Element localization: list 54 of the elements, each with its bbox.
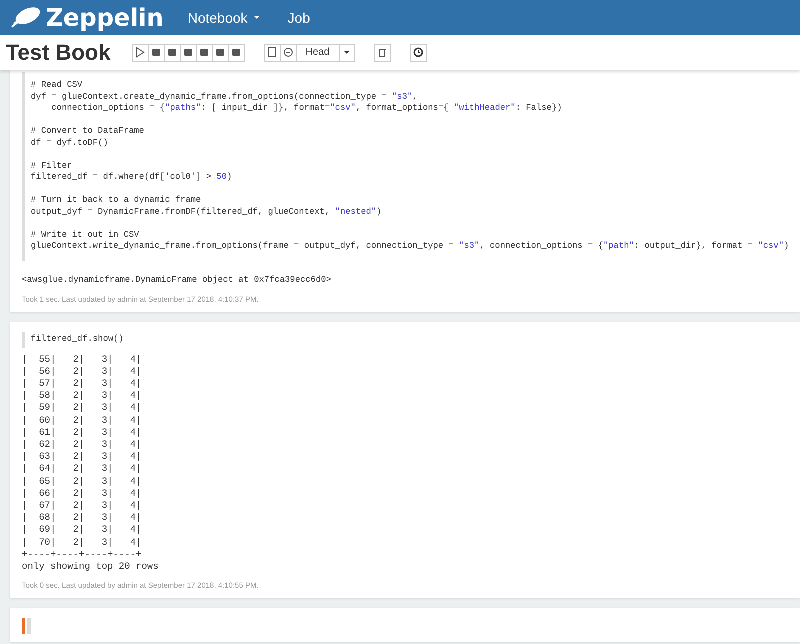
code-line: dyf = glueContext.create_dynamic_frame.from_options(connection_type = "s3", bbox=[31, 92, 419, 103]
expand-button[interactable] bbox=[148, 44, 165, 62]
code-file-button[interactable] bbox=[264, 44, 281, 62]
code-line: # Read CSV bbox=[31, 80, 84, 92]
output-line: | 61| 2| 3| 4| bbox=[22, 426, 143, 439]
code-line: filtered_df.show() bbox=[31, 334, 124, 346]
code-line: # Convert to DataFrame bbox=[31, 126, 146, 138]
output-line: | 56| 2| 3| 4| bbox=[22, 366, 143, 378]
output-line: | 55| 2| 3| 4| bbox=[22, 354, 143, 366]
version-dropdown-button[interactable] bbox=[338, 44, 355, 62]
code-line: filtered_df = df.where(df['col0'] > 50) bbox=[31, 172, 234, 184]
output-line: | 67| 2| 3| 4| bbox=[22, 500, 143, 512]
output-line: | 57| 2| 3| 4| bbox=[22, 378, 143, 390]
output-line: +----+----+----+----+ bbox=[22, 548, 143, 561]
code-line: output_dyf = DynamicFrame.fromDF(filtered_df, glueContext, "nested") bbox=[31, 206, 383, 218]
output-line: <awsglue.dynamicframe.DynamicFrame object at 0x7fca39ecc6d0> bbox=[22, 274, 332, 286]
notebook-title: Test Book bbox=[6, 40, 111, 66]
output-line: | 69| 2| 3| 4| bbox=[22, 524, 143, 536]
output-line: | 62| 2| 3| 4| bbox=[22, 439, 143, 452]
code-line: connection_options = {"paths": [ input_dir ]}, format="csv", format_options={ "withHeader": False}) bbox=[50, 103, 564, 114]
schedule-button[interactable] bbox=[410, 44, 427, 62]
output-line: | 65| 2| 3| 4| bbox=[22, 476, 143, 488]
code-line: glueContext.write_dynamic_frame.from_options(frame = output_dyf, connection_type = "s3", connection_options = {"path": output_dir}, format = "csv") bbox=[31, 241, 790, 252]
trash-icon bbox=[376, 47, 388, 58]
code-line: # Turn it back to a dynamic frame bbox=[31, 195, 202, 206]
code-line: # Filter bbox=[31, 160, 74, 172]
run-icon bbox=[134, 47, 146, 58]
file-icon bbox=[266, 47, 278, 58]
output-line: | 64| 2| 3| 4| bbox=[22, 463, 143, 476]
nav-link[interactable]: Notebook bbox=[188, 10, 260, 26]
output-line: | 70| 2| 3| 4| bbox=[22, 536, 143, 549]
output-line: | 68| 2| 3| 4| bbox=[22, 512, 143, 524]
output-line: | 58| 2| 3| 4| bbox=[22, 390, 143, 402]
minus-circle-button[interactable] bbox=[280, 44, 297, 62]
output-line: | 60| 2| 3| 4| bbox=[22, 414, 143, 427]
book-button[interactable] bbox=[164, 44, 181, 62]
minus-circle-icon bbox=[282, 47, 294, 58]
run-button[interactable] bbox=[132, 44, 149, 62]
output-line: | 59| 2| 3| 4| bbox=[22, 402, 143, 415]
copy-button[interactable] bbox=[196, 44, 213, 62]
output-line: | 63| 2| 3| 4| bbox=[22, 451, 143, 464]
delete-button[interactable] bbox=[374, 44, 391, 62]
download-button[interactable] bbox=[212, 44, 229, 62]
brand-name[interactable]: Zeppelin bbox=[46, 4, 164, 32]
users-button[interactable] bbox=[228, 44, 245, 62]
zeppelin-logo-icon bbox=[10, 6, 42, 28]
version-button[interactable]: Head bbox=[296, 44, 340, 62]
nav-link[interactable]: Job bbox=[288, 10, 310, 26]
output-line: only showing top 20 rows bbox=[22, 560, 160, 574]
output-line: | 66| 2| 3| 4| bbox=[22, 488, 143, 500]
code-line: df = dyf.toDF() bbox=[31, 138, 110, 149]
eraser-button[interactable] bbox=[180, 44, 197, 62]
clock-icon bbox=[412, 47, 424, 58]
code-line: # Write it out in CSV bbox=[31, 230, 140, 241]
